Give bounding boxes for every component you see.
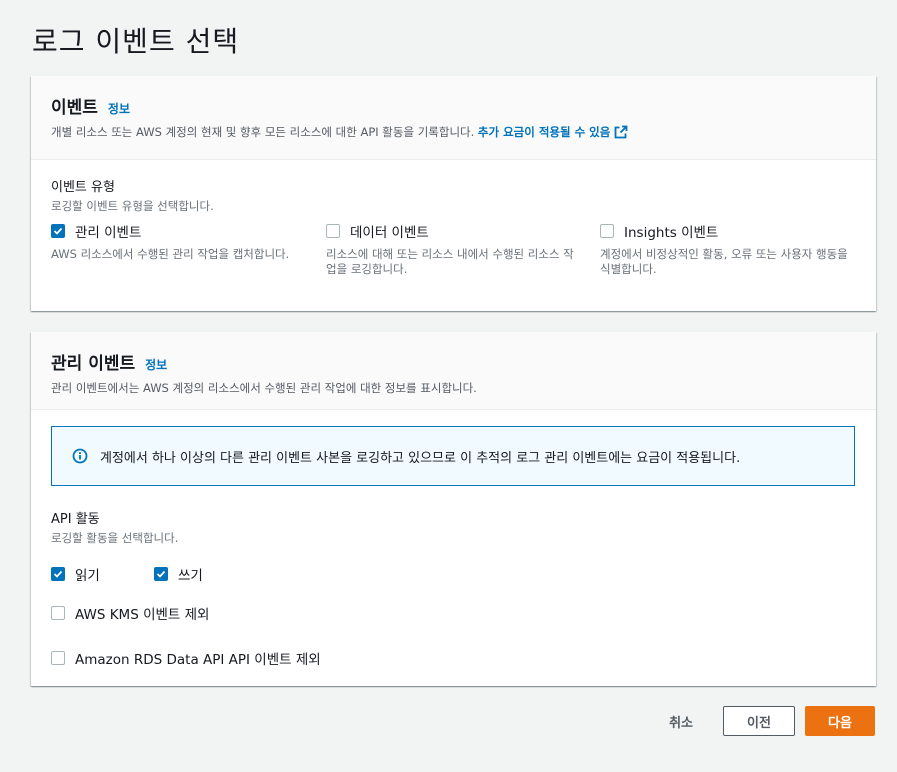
info-alert: 계정에서 하나 이상의 다른 관리 이벤트 사본을 로깅하고 있으므로 이 추적… <box>51 426 855 486</box>
info-icon <box>72 448 88 464</box>
events-panel: 이벤트 정보 개별 리소스 또는 AWS 계정의 현재 및 향후 모든 리소스에… <box>31 76 876 311</box>
api-activity-description: 로깅할 활동을 선택합니다. <box>51 531 179 545</box>
footer-actions: 취소 이전 다음 <box>669 706 875 736</box>
write-option: 쓰기 <box>154 564 203 584</box>
read-option: 읽기 <box>51 564 100 584</box>
exclude-rds-option: Amazon RDS Data API API 이벤트 제외 <box>51 648 321 668</box>
events-description-text: 개별 리소스 또는 AWS 계정의 현재 및 향후 모든 리소스에 대한 API… <box>51 125 475 139</box>
previous-button[interactable]: 이전 <box>723 706 795 736</box>
exclude-kms-checkbox[interactable] <box>51 606 65 620</box>
read-checkbox[interactable] <box>51 567 65 581</box>
check-icon <box>53 570 63 578</box>
data-events-description: 리소스에 대해 또는 리소스 내에서 수행된 리소스 작업을 로깅합니다. <box>326 247 574 276</box>
next-button[interactable]: 다음 <box>805 706 875 736</box>
insights-events-checkbox[interactable] <box>600 224 614 238</box>
cancel-button[interactable]: 취소 <box>669 712 693 731</box>
management-events-checkbox[interactable] <box>51 224 65 238</box>
insights-events-option: Insights 이벤트 계정에서 비정상적인 활동, 오류 또는 사용자 행동… <box>600 221 850 277</box>
management-info-link[interactable]: 정보 <box>145 356 167 373</box>
exclude-rds-checkbox[interactable] <box>51 651 65 665</box>
management-panel-description: 관리 이벤트에서는 AWS 계정의 리소스에서 수행된 관리 작업에 대한 정보… <box>51 381 477 395</box>
external-link-icon[interactable] <box>614 125 628 139</box>
write-checkbox[interactable] <box>154 567 168 581</box>
exclude-rds-label[interactable]: Amazon RDS Data API API 이벤트 제외 <box>75 648 321 668</box>
write-label[interactable]: 쓰기 <box>178 564 203 584</box>
exclude-kms-label[interactable]: AWS KMS 이벤트 제외 <box>75 603 209 623</box>
events-panel-header: 이벤트 정보 개별 리소스 또는 AWS 계정의 현재 및 향후 모든 리소스에… <box>31 76 876 160</box>
data-events-label[interactable]: 데이터 이벤트 <box>350 221 429 241</box>
events-panel-title: 이벤트 <box>51 98 98 118</box>
event-type-label: 이벤트 유형 <box>51 180 115 195</box>
events-panel-description: 개별 리소스 또는 AWS 계정의 현재 및 향후 모든 리소스에 대한 API… <box>51 124 856 140</box>
management-events-label[interactable]: 관리 이벤트 <box>75 221 141 241</box>
api-activity-label: API 활동 <box>51 512 100 527</box>
data-events-option: 데이터 이벤트 리소스에 대해 또는 리소스 내에서 수행된 리소스 작업을 로… <box>326 221 576 277</box>
info-alert-text: 계정에서 하나 이상의 다른 관리 이벤트 사본을 로깅하고 있으므로 이 추적… <box>100 450 741 466</box>
insights-events-label[interactable]: Insights 이벤트 <box>624 221 718 241</box>
exclude-kms-option: AWS KMS 이벤트 제외 <box>51 603 209 623</box>
management-events-option: 관리 이벤트 AWS 리소스에서 수행된 관리 작업을 캡처합니다. <box>51 221 301 262</box>
cost-link[interactable]: 추가 요금이 적용될 수 있음 <box>478 125 628 139</box>
read-label[interactable]: 읽기 <box>75 564 100 584</box>
management-events-description: AWS 리소스에서 수행된 관리 작업을 캡처합니다. <box>51 247 290 261</box>
api-activity-section: API 활동 로깅할 활동을 선택합니다. <box>51 508 178 546</box>
management-panel-title: 관리 이벤트 <box>51 354 136 374</box>
management-panel-header: 관리 이벤트 정보 관리 이벤트에서는 AWS 계정의 리소스에서 수행된 관리… <box>31 332 876 410</box>
check-icon <box>53 227 63 235</box>
cost-link-text[interactable]: 추가 요금이 적용될 수 있음 <box>478 125 610 139</box>
events-info-link[interactable]: 정보 <box>108 100 130 117</box>
check-icon <box>156 570 166 578</box>
management-events-panel: 관리 이벤트 정보 관리 이벤트에서는 AWS 계정의 리소스에서 수행된 관리… <box>31 332 876 686</box>
page-title: 로그 이벤트 선택 <box>32 25 240 58</box>
insights-events-description: 계정에서 비정상적인 활동, 오류 또는 사용자 행동을 식별합니다. <box>600 247 848 276</box>
event-type-description: 로깅할 이벤트 유형을 선택합니다. <box>51 199 214 213</box>
data-events-checkbox[interactable] <box>326 224 340 238</box>
